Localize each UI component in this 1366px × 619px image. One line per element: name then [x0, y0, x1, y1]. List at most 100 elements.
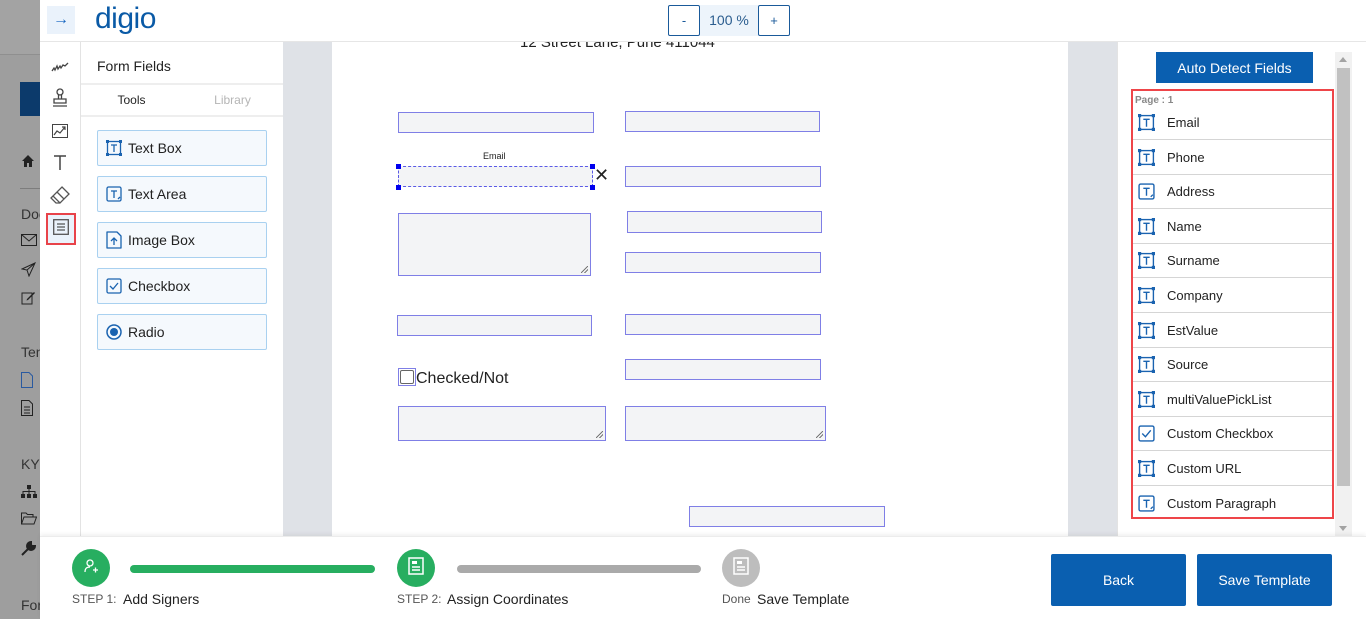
field-list-item-label: Source: [1167, 357, 1209, 373]
placed-text-field[interactable]: [689, 506, 885, 527]
step-2-progress-bar: [457, 565, 701, 573]
text-icon: [53, 154, 67, 176]
placed-text-field[interactable]: [397, 315, 592, 336]
placed-text-field[interactable]: [625, 314, 821, 335]
fields-list-scrollbar[interactable]: [1335, 52, 1352, 536]
background-label-forms: For: [21, 597, 40, 613]
panel-tabs: Tools Library: [81, 85, 283, 115]
field-list-item-label: Company: [1167, 288, 1223, 303]
resize-handle[interactable]: [396, 164, 401, 169]
tool-label: Text Box: [128, 140, 182, 156]
tool-text-area[interactable]: Text Area: [97, 176, 267, 212]
tool-checkbox[interactable]: Checkbox: [97, 268, 267, 304]
field-list-item[interactable]: Custom Paragraph: [1133, 487, 1332, 517]
step-2-circle[interactable]: [397, 549, 435, 587]
tool-label: Checkbox: [128, 278, 191, 294]
textbox-icon: [106, 140, 122, 156]
placed-checkbox[interactable]: [398, 368, 416, 386]
placed-text-field[interactable]: [398, 112, 594, 133]
delete-field-icon[interactable]: ✕: [594, 166, 609, 184]
rail-image[interactable]: [47, 120, 73, 146]
field-list-item-label: Email: [1167, 115, 1200, 130]
tool-rail: [40, 42, 81, 536]
save-template-button[interactable]: Save Template: [1197, 554, 1332, 606]
field-list-item-label: multiValuePickList: [1167, 391, 1272, 407]
placed-text-field[interactable]: [625, 252, 821, 273]
wrench-icon: [21, 540, 37, 557]
collapse-button[interactable]: →: [47, 6, 75, 34]
folder-open-icon: [20, 512, 38, 528]
tool-label: Text Area: [128, 186, 187, 202]
checkbox-label: Checked/Not: [416, 370, 509, 387]
zoom-in-button[interactable]: +: [758, 5, 790, 36]
tool-text-box[interactable]: Text Box: [97, 130, 267, 166]
auto-detect-fields-button[interactable]: Auto Detect Fields: [1156, 52, 1313, 83]
tab-library[interactable]: Library: [182, 85, 283, 115]
rail-text[interactable]: [47, 152, 73, 178]
placed-text-field[interactable]: [627, 211, 822, 233]
background-divider: [20, 188, 40, 189]
resize-handle[interactable]: [590, 185, 595, 190]
background-topbar: [0, 0, 40, 55]
field-list-item[interactable]: Name: [1133, 210, 1332, 244]
scroll-up-arrow[interactable]: [1339, 57, 1347, 62]
checkbox-icon: [106, 278, 122, 294]
zoom-out-button[interactable]: -: [668, 5, 700, 36]
textbox-icon: [1138, 460, 1155, 477]
form-fields-panel: Form Fields Tools Library Text Box Text …: [81, 42, 283, 536]
field-list-item[interactable]: multiValuePickList: [1133, 383, 1332, 417]
home-icon: [21, 154, 37, 170]
placed-text-field[interactable]: [625, 166, 821, 187]
back-button[interactable]: Back: [1051, 554, 1186, 606]
placed-text-area[interactable]: [625, 406, 826, 441]
placed-text-area[interactable]: [398, 406, 606, 441]
field-list-item[interactable]: Email: [1133, 106, 1332, 140]
background-label-kyc: KYC: [21, 456, 40, 472]
placed-text-area[interactable]: [398, 213, 591, 276]
scrollbar-thumb[interactable]: [1337, 68, 1350, 486]
signature-icon: [51, 60, 69, 78]
field-list-item[interactable]: EstValue: [1133, 314, 1332, 348]
tool-image-box[interactable]: Image Box: [97, 222, 267, 258]
step-1-circle[interactable]: [72, 549, 110, 587]
textbox-icon: [1138, 390, 1155, 408]
send-icon: [20, 261, 37, 278]
step-done-number: Done: [722, 592, 751, 606]
textarea-icon: [1138, 183, 1155, 200]
eraser-icon: [50, 185, 70, 209]
detected-fields-panel: Auto Detect Fields Page : 1 Email Phone Ad…: [1117, 42, 1366, 536]
scroll-down-arrow[interactable]: [1339, 526, 1347, 531]
field-list-item[interactable]: Company: [1133, 279, 1332, 313]
field-list-item[interactable]: Address: [1133, 175, 1332, 210]
step-done-name: Save Template: [757, 591, 850, 607]
field-list-item[interactable]: Custom URL: [1133, 452, 1332, 486]
background-primary-button: [20, 82, 40, 116]
tool-radio[interactable]: Radio: [97, 314, 267, 350]
document-address-text: 12 Street Lane, Pune 411044: [520, 42, 715, 51]
divider: [81, 115, 283, 117]
selected-email-field[interactable]: [398, 166, 593, 187]
panel-title: Form Fields: [97, 58, 171, 74]
tab-tools[interactable]: Tools: [81, 85, 182, 115]
document-icon: [733, 556, 749, 580]
template-editor-modal: → digio - 100 % + Form Fields Tools Libr…: [40, 0, 1366, 619]
wizard-footer: STEP 1: Add Signers STEP 2: Assign Coord…: [40, 536, 1366, 619]
rail-stamp[interactable]: [47, 87, 73, 113]
file-text-icon: [21, 400, 37, 416]
field-list-item[interactable]: Source: [1133, 348, 1332, 383]
rail-form-fields[interactable]: [46, 213, 76, 245]
radio-icon: [106, 324, 122, 340]
field-list-item-label: Phone: [1167, 149, 1205, 165]
step-2-number: STEP 2:: [397, 592, 442, 606]
rail-eraser[interactable]: [47, 184, 73, 210]
rail-signature[interactable]: [47, 56, 73, 82]
resize-handle[interactable]: [396, 185, 401, 190]
field-list-item[interactable]: Phone: [1133, 141, 1332, 175]
step-1-name: Add Signers: [123, 591, 200, 607]
placed-text-field[interactable]: [625, 111, 820, 132]
placed-text-field[interactable]: [625, 359, 821, 380]
background-label-documents: Doc: [21, 206, 40, 222]
field-list-item[interactable]: Surname: [1133, 244, 1332, 279]
field-list-item[interactable]: Custom Checkbox: [1133, 417, 1332, 452]
step-done-circle[interactable]: [722, 549, 760, 587]
